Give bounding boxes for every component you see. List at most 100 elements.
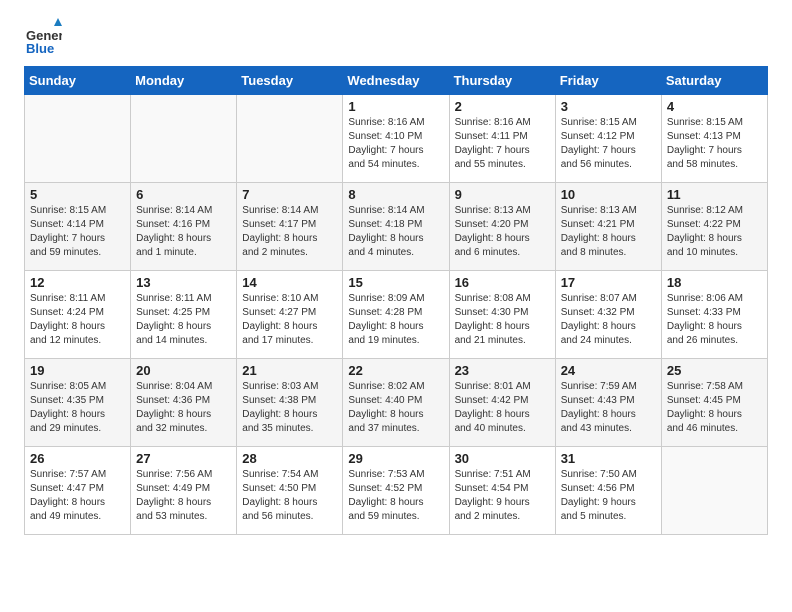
week-row-0: 1 Sunrise: 8:16 AM Sunset: 4:10 PM Daylig…: [25, 95, 768, 183]
day-number: 15: [348, 275, 443, 290]
calendar-cell: 31 Sunrise: 7:50 AM Sunset: 4:56 PM Dayli…: [555, 447, 661, 535]
calendar-cell: 4 Sunrise: 8:15 AM Sunset: 4:13 PM Daylig…: [661, 95, 767, 183]
calendar-cell: 10 Sunrise: 8:13 AM Sunset: 4:21 PM Dayli…: [555, 183, 661, 271]
calendar-cell: 3 Sunrise: 8:15 AM Sunset: 4:12 PM Daylig…: [555, 95, 661, 183]
calendar-cell: [661, 447, 767, 535]
day-info: Sunrise: 7:59 AM Sunset: 4:43 PM Dayligh…: [561, 380, 656, 436]
day-info: Sunrise: 7:51 AM Sunset: 4:54 PM Dayligh…: [455, 468, 550, 524]
day-info: Sunrise: 8:12 AM Sunset: 4:22 PM Dayligh…: [667, 204, 762, 260]
day-number: 27: [136, 451, 231, 466]
calendar-cell: 6 Sunrise: 8:14 AM Sunset: 4:16 PM Daylig…: [131, 183, 237, 271]
day-info: Sunrise: 8:07 AM Sunset: 4:32 PM Dayligh…: [561, 292, 656, 348]
day-number: 24: [561, 363, 656, 378]
day-number: 6: [136, 187, 231, 202]
day-number: 26: [30, 451, 125, 466]
day-info: Sunrise: 8:14 AM Sunset: 4:17 PM Dayligh…: [242, 204, 337, 260]
calendar-cell: 2 Sunrise: 8:16 AM Sunset: 4:11 PM Daylig…: [449, 95, 555, 183]
day-info: Sunrise: 8:14 AM Sunset: 4:18 PM Dayligh…: [348, 204, 443, 260]
calendar-cell: 24 Sunrise: 7:59 AM Sunset: 4:43 PM Dayli…: [555, 359, 661, 447]
weekday-header-monday: Monday: [131, 67, 237, 95]
week-row-3: 19Sunrise: 8:05 AM Sunset: 4:35 PM Dayli…: [25, 359, 768, 447]
day-info: Sunrise: 8:05 AM Sunset: 4:35 PM Dayligh…: [30, 380, 125, 436]
calendar-cell: 26 Sunrise: 7:57 AM Sunset: 4:47 PM Dayli…: [25, 447, 131, 535]
svg-text:Blue: Blue: [26, 41, 54, 56]
calendar-cell: 18 Sunrise: 8:06 AM Sunset: 4:33 PM Dayli…: [661, 271, 767, 359]
weekday-header-thursday: Thursday: [449, 67, 555, 95]
day-number: 3: [561, 99, 656, 114]
day-info: Sunrise: 7:58 AM Sunset: 4:45 PM Dayligh…: [667, 380, 762, 436]
day-number: 16: [455, 275, 550, 290]
day-number: 11: [667, 187, 762, 202]
day-info: Sunrise: 7:57 AM Sunset: 4:47 PM Dayligh…: [30, 468, 125, 524]
logo-icon: General Blue: [24, 18, 62, 56]
calendar-cell: 1 Sunrise: 8:16 AM Sunset: 4:10 PM Daylig…: [343, 95, 449, 183]
calendar-cell: 11 Sunrise: 8:12 AM Sunset: 4:22 PM Dayli…: [661, 183, 767, 271]
week-row-4: 26 Sunrise: 7:57 AM Sunset: 4:47 PM Dayli…: [25, 447, 768, 535]
calendar-cell: 8 Sunrise: 8:14 AM Sunset: 4:18 PM Daylig…: [343, 183, 449, 271]
day-number: 18: [667, 275, 762, 290]
day-info: Sunrise: 8:11 AM Sunset: 4:25 PM Dayligh…: [136, 292, 231, 348]
calendar-cell: 28Sunrise: 7:54 AM Sunset: 4:50 PM Dayli…: [237, 447, 343, 535]
day-info: Sunrise: 7:56 AM Sunset: 4:49 PM Dayligh…: [136, 468, 231, 524]
calendar-cell: 25 Sunrise: 7:58 AM Sunset: 4:45 PM Dayli…: [661, 359, 767, 447]
page-header: General Blue: [0, 0, 792, 66]
logo: General Blue: [24, 18, 66, 56]
weekday-header-row: SundayMondayTuesdayWednesdayThursdayFrid…: [25, 67, 768, 95]
day-number: 8: [348, 187, 443, 202]
day-info: Sunrise: 8:06 AM Sunset: 4:33 PM Dayligh…: [667, 292, 762, 348]
calendar-cell: 7 Sunrise: 8:14 AM Sunset: 4:17 PM Daylig…: [237, 183, 343, 271]
day-info: Sunrise: 8:08 AM Sunset: 4:30 PM Dayligh…: [455, 292, 550, 348]
day-number: 31: [561, 451, 656, 466]
day-info: Sunrise: 8:02 AM Sunset: 4:40 PM Dayligh…: [348, 380, 443, 436]
day-info: Sunrise: 8:01 AM Sunset: 4:42 PM Dayligh…: [455, 380, 550, 436]
calendar-cell: 13Sunrise: 8:11 AM Sunset: 4:25 PM Dayli…: [131, 271, 237, 359]
day-info: Sunrise: 7:50 AM Sunset: 4:56 PM Dayligh…: [561, 468, 656, 524]
calendar-cell: 16 Sunrise: 8:08 AM Sunset: 4:30 PM Dayli…: [449, 271, 555, 359]
day-number: 10: [561, 187, 656, 202]
day-number: 4: [667, 99, 762, 114]
calendar-cell: 23 Sunrise: 8:01 AM Sunset: 4:42 PM Dayli…: [449, 359, 555, 447]
day-number: 2: [455, 99, 550, 114]
calendar-cell: [131, 95, 237, 183]
day-info: Sunrise: 8:16 AM Sunset: 4:11 PM Dayligh…: [455, 116, 550, 172]
calendar-cell: 29 Sunrise: 7:53 AM Sunset: 4:52 PM Dayli…: [343, 447, 449, 535]
day-info: Sunrise: 8:03 AM Sunset: 4:38 PM Dayligh…: [242, 380, 337, 436]
calendar-cell: 12 Sunrise: 8:11 AM Sunset: 4:24 PM Dayli…: [25, 271, 131, 359]
day-number: 17: [561, 275, 656, 290]
week-row-1: 5Sunrise: 8:15 AM Sunset: 4:14 PM Daylig…: [25, 183, 768, 271]
weekday-header-sunday: Sunday: [25, 67, 131, 95]
calendar-cell: 19Sunrise: 8:05 AM Sunset: 4:35 PM Dayli…: [25, 359, 131, 447]
calendar-cell: [237, 95, 343, 183]
calendar-cell: 5Sunrise: 8:15 AM Sunset: 4:14 PM Daylig…: [25, 183, 131, 271]
calendar-cell: [25, 95, 131, 183]
day-info: Sunrise: 8:16 AM Sunset: 4:10 PM Dayligh…: [348, 116, 443, 172]
weekday-header-saturday: Saturday: [661, 67, 767, 95]
calendar-cell: 20Sunrise: 8:04 AM Sunset: 4:36 PM Dayli…: [131, 359, 237, 447]
day-number: 12: [30, 275, 125, 290]
calendar-cell: 22 Sunrise: 8:02 AM Sunset: 4:40 PM Dayli…: [343, 359, 449, 447]
day-info: Sunrise: 8:15 AM Sunset: 4:12 PM Dayligh…: [561, 116, 656, 172]
day-number: 14: [242, 275, 337, 290]
day-info: Sunrise: 7:53 AM Sunset: 4:52 PM Dayligh…: [348, 468, 443, 524]
weekday-header-tuesday: Tuesday: [237, 67, 343, 95]
day-number: 1: [348, 99, 443, 114]
day-info: Sunrise: 8:09 AM Sunset: 4:28 PM Dayligh…: [348, 292, 443, 348]
calendar-cell: 9Sunrise: 8:13 AM Sunset: 4:20 PM Daylig…: [449, 183, 555, 271]
day-info: Sunrise: 8:13 AM Sunset: 4:21 PM Dayligh…: [561, 204, 656, 260]
day-info: Sunrise: 8:15 AM Sunset: 4:13 PM Dayligh…: [667, 116, 762, 172]
day-number: 30: [455, 451, 550, 466]
day-number: 21: [242, 363, 337, 378]
day-number: 25: [667, 363, 762, 378]
calendar-cell: 14Sunrise: 8:10 AM Sunset: 4:27 PM Dayli…: [237, 271, 343, 359]
day-info: Sunrise: 7:54 AM Sunset: 4:50 PM Dayligh…: [242, 468, 337, 524]
day-number: 9: [455, 187, 550, 202]
calendar-cell: 17 Sunrise: 8:07 AM Sunset: 4:32 PM Dayli…: [555, 271, 661, 359]
day-info: Sunrise: 8:14 AM Sunset: 4:16 PM Dayligh…: [136, 204, 231, 260]
day-number: 22: [348, 363, 443, 378]
calendar-cell: 30 Sunrise: 7:51 AM Sunset: 4:54 PM Dayli…: [449, 447, 555, 535]
day-number: 7: [242, 187, 337, 202]
day-info: Sunrise: 8:11 AM Sunset: 4:24 PM Dayligh…: [30, 292, 125, 348]
day-number: 23: [455, 363, 550, 378]
day-number: 29: [348, 451, 443, 466]
calendar-cell: 21 Sunrise: 8:03 AM Sunset: 4:38 PM Dayli…: [237, 359, 343, 447]
